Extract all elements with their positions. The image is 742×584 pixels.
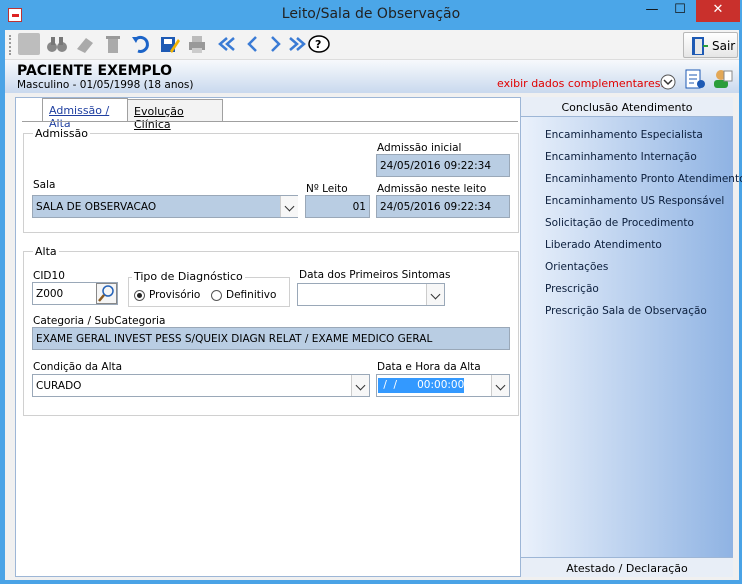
patient-user-icon[interactable]	[711, 68, 733, 90]
diagnostico-label: Tipo de Diagnóstico	[132, 270, 245, 283]
expand-circle-icon[interactable]	[660, 74, 676, 90]
new-icon[interactable]	[18, 33, 40, 55]
definitivo-radio[interactable]	[211, 290, 222, 301]
maximize-button[interactable]: ☐	[666, 0, 694, 22]
leito-label: Nº Leito	[306, 183, 348, 195]
sala-dropdown-button[interactable]	[280, 196, 298, 217]
patient-info: Masculino - 01/05/1998 (18 anos)	[17, 79, 194, 91]
sidebar-header: Conclusão Atendimento	[521, 97, 733, 117]
datahora-label: Data e Hora da Alta	[377, 361, 481, 373]
provisorio-label: Provisório	[149, 289, 201, 301]
sintomas-select[interactable]	[297, 283, 445, 306]
toolbar: ? Sair	[5, 30, 739, 60]
tab-label: Evolução Clínica	[134, 105, 184, 131]
sidebar-item-encaminhamento-us-responsavel[interactable]: Encaminhamento US Responsável	[545, 195, 724, 207]
complementary-data-link[interactable]: exibir dados complementares...	[497, 77, 671, 90]
close-button[interactable]: ✕	[696, 0, 740, 22]
magnifier-icon	[98, 285, 114, 302]
eraser-icon[interactable]	[74, 33, 96, 55]
cid-search-button[interactable]	[96, 283, 117, 304]
print-icon[interactable]	[186, 33, 208, 55]
admissao-inicial-label: Admissão inicial	[377, 142, 462, 154]
actions-sidebar: Conclusão Atendimento Encaminhamento Esp…	[521, 97, 742, 577]
cid-label: CID10	[33, 270, 65, 282]
title-bar: Leito/Sala de Observação — ☐ ✕	[0, 0, 742, 30]
minimize-button[interactable]: —	[638, 0, 666, 22]
sidebar-item-encaminhamento-internacao[interactable]: Encaminhamento Internação	[545, 151, 697, 163]
admissao-leito-field: 24/05/2016 09:22:34	[376, 195, 510, 218]
exit-label: Sair	[712, 39, 736, 53]
sidebar-item-liberado-atendimento[interactable]: Liberado Atendimento	[545, 239, 662, 251]
undo-icon[interactable]	[130, 33, 152, 55]
condicao-value: CURADO	[36, 380, 82, 392]
window-title: Leito/Sala de Observação	[281, 6, 461, 22]
sala-value: SALA DE OBSERVACAO	[36, 201, 157, 213]
datahora-dropdown-button[interactable]	[491, 375, 509, 396]
search-binoculars-icon[interactable]	[46, 33, 68, 55]
sala-select[interactable]: SALA DE OBSERVACAO	[32, 195, 298, 218]
provisorio-radio[interactable]	[134, 290, 145, 301]
sala-label: Sala	[33, 179, 56, 191]
sidebar-item-encaminhamento-pronto-atendimento[interactable]: Encaminhamento Pronto Atendimento	[545, 173, 742, 185]
main-form-panel: Evolução Clínica Admissão / Alta Admissã…	[15, 97, 521, 577]
svg-text:?: ?	[315, 38, 321, 51]
help-icon[interactable]: ?	[308, 33, 330, 55]
condicao-dropdown-button[interactable]	[351, 375, 369, 396]
sidebar-item-solicitacao-procedimento[interactable]: Solicitação de Procedimento	[545, 217, 694, 229]
leito-field: 01	[305, 195, 370, 218]
categoria-field: EXAME GERAL INVEST PESS S/QUEIX DIAGN RE…	[32, 327, 510, 350]
tab-evolucao-clinica[interactable]: Evolução Clínica	[127, 99, 223, 131]
categoria-label: Categoria / SubCategoria	[33, 315, 166, 327]
condicao-select[interactable]: CURADO	[32, 374, 370, 397]
sintomas-dropdown-button[interactable]	[426, 284, 444, 305]
patient-name: PACIENTE EXEMPLO	[17, 63, 172, 79]
next-record-icon[interactable]	[264, 33, 286, 55]
trash-icon[interactable]	[102, 33, 124, 55]
first-record-icon[interactable]	[216, 33, 238, 55]
tab-underline	[22, 121, 518, 122]
condicao-label: Condição da Alta	[33, 361, 123, 373]
exit-button[interactable]: Sair	[683, 32, 738, 58]
patient-header: PACIENTE EXEMPLO Masculino - 01/05/1998 …	[5, 60, 739, 93]
tab-admissao-alta[interactable]: Admissão / Alta	[42, 98, 128, 130]
sidebar-item-encaminhamento-especialista[interactable]: Encaminhamento Especialista	[545, 129, 703, 141]
datahora-value: / / 00:00:00	[378, 378, 465, 393]
sidebar-footer-atestado[interactable]: Atestado / Declaração	[521, 557, 733, 577]
alta-title: Alta	[33, 245, 59, 258]
edit-save-icon[interactable]	[158, 33, 180, 55]
patient-document-icon[interactable]	[684, 68, 706, 90]
datahora-input[interactable]: / / 00:00:00	[376, 374, 510, 397]
previous-record-icon[interactable]	[242, 33, 264, 55]
admissao-title: Admissão	[33, 127, 91, 140]
last-record-icon[interactable]	[286, 33, 308, 55]
admissao-inicial-field: 24/05/2016 09:22:34	[376, 154, 510, 177]
sidebar-item-prescricao[interactable]: Prescrição	[545, 283, 599, 295]
definitivo-label: Definitivo	[226, 289, 277, 301]
sintomas-label: Data dos Primeiros Sintomas	[299, 269, 451, 281]
sidebar-item-prescricao-sala-observacao[interactable]: Prescrição Sala de Observação	[545, 305, 707, 317]
admissao-leito-label: Admissão neste leito	[377, 183, 487, 195]
exit-door-icon	[692, 37, 708, 55]
toolbar-grip	[9, 35, 12, 55]
sidebar-item-orientacoes[interactable]: Orientações	[545, 261, 608, 273]
